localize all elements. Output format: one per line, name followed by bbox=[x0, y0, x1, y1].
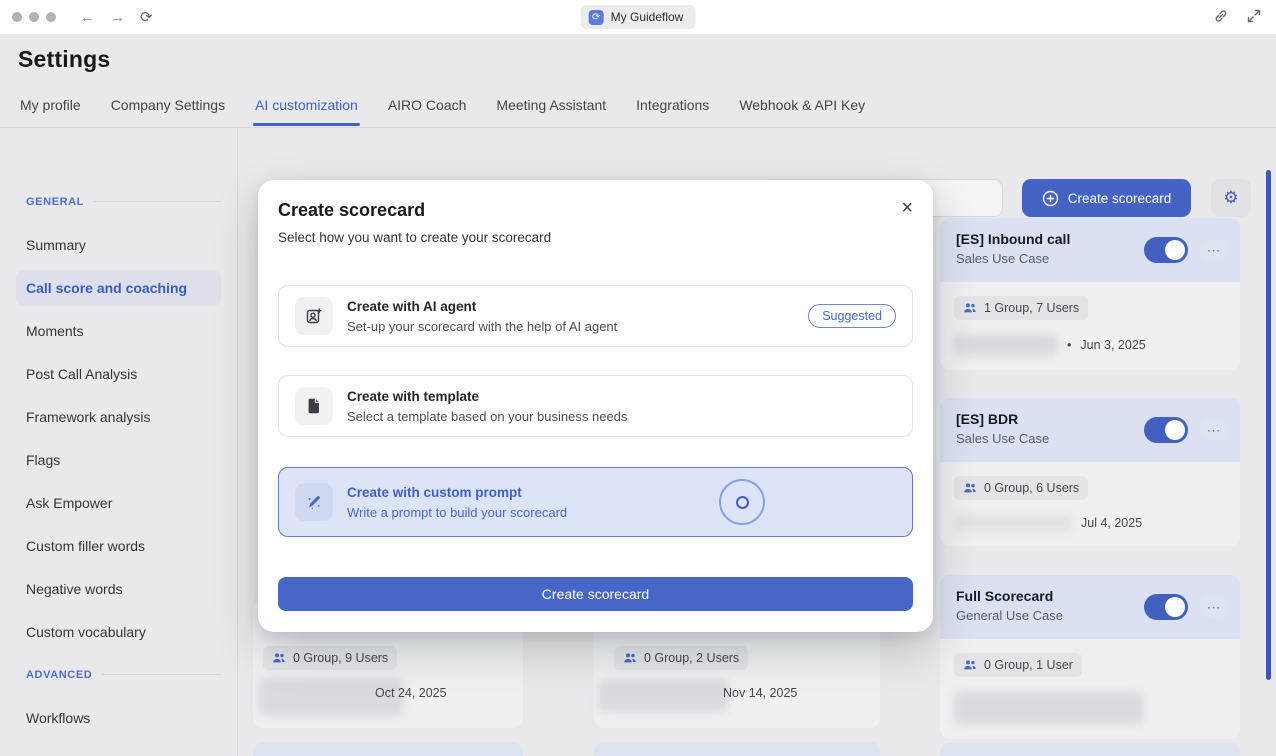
card-date: Jun 3, 2025 bbox=[1080, 338, 1145, 352]
plus-circle-icon bbox=[1042, 190, 1059, 207]
gear-icon: ⚙ bbox=[1223, 188, 1238, 208]
option-title: Create with template bbox=[347, 389, 627, 404]
option-create-with-custom-prompt[interactable]: Create with custom prompt Write a prompt… bbox=[278, 467, 913, 537]
users-icon bbox=[963, 302, 977, 314]
option-title: Create with AI agent bbox=[347, 299, 617, 314]
sidebar-section-general: GENERAL bbox=[16, 196, 221, 208]
browser-tab[interactable]: ⟳ My Guideflow bbox=[581, 5, 696, 29]
reload-icon[interactable]: ⟳ bbox=[140, 10, 153, 25]
option-create-with-template[interactable]: Create with template Select a template b… bbox=[278, 375, 913, 437]
redacted-text bbox=[954, 691, 1144, 725]
guideflow-logo-icon: ⟳ bbox=[589, 10, 604, 25]
close-icon[interactable]: × bbox=[901, 198, 913, 218]
settings-tabs: My profile Company Settings AI customiza… bbox=[20, 97, 865, 125]
sidebar-item-moments[interactable]: Moments bbox=[16, 313, 221, 349]
browser-tab-title: My Guideflow bbox=[611, 10, 684, 24]
vertical-scrollbar[interactable] bbox=[1266, 170, 1271, 680]
window-dot bbox=[29, 12, 39, 22]
modal-create-scorecard-button[interactable]: Create scorecard bbox=[278, 577, 913, 611]
back-icon[interactable]: ← bbox=[80, 10, 95, 25]
scorecard-enabled-toggle[interactable] bbox=[1144, 417, 1188, 443]
window-controls bbox=[12, 12, 56, 22]
expand-icon[interactable] bbox=[1246, 8, 1262, 24]
redacted-text bbox=[598, 680, 728, 712]
tab-company-settings[interactable]: Company Settings bbox=[111, 97, 225, 125]
window-dot bbox=[46, 12, 56, 22]
sidebar-item-call-score-and-coaching[interactable]: Call score and coaching bbox=[16, 270, 221, 306]
sidebar-item-summary[interactable]: Summary bbox=[16, 227, 221, 263]
option-description: Set-up your scorecard with the help of A… bbox=[347, 319, 617, 334]
page-title: Settings bbox=[18, 46, 110, 73]
screen: ← → ⟳ ⟳ My Guideflow Settings My profile… bbox=[0, 0, 1276, 756]
scorecard-card-full-scorecard[interactable]: Full Scorecard General Use Case ⋯ 0 Grou… bbox=[940, 575, 1240, 739]
tab-airo-coach[interactable]: AIRO Coach bbox=[388, 97, 467, 125]
option-description: Write a prompt to build your scorecard bbox=[347, 505, 567, 520]
sidebar-item-flags[interactable]: Flags bbox=[16, 442, 221, 478]
settings-sidebar: GENERAL Summary Call score and coaching … bbox=[0, 128, 238, 756]
tab-integrations[interactable]: Integrations bbox=[636, 97, 709, 125]
groups-users-chip: 0 Group, 1 User bbox=[954, 653, 1082, 677]
sidebar-item-custom-vocabulary[interactable]: Custom vocabulary bbox=[16, 614, 221, 650]
users-icon bbox=[272, 652, 286, 664]
create-scorecard-button[interactable]: Create scorecard bbox=[1022, 179, 1191, 217]
scorecard-settings-button[interactable]: ⚙ bbox=[1211, 179, 1251, 217]
next-card-peek bbox=[940, 742, 1240, 756]
users-icon bbox=[963, 659, 977, 671]
option-description: Select a template based on your business… bbox=[347, 409, 627, 424]
card-date: Jul 4, 2025 bbox=[1081, 516, 1142, 530]
sidebar-section-advanced: ADVANCED bbox=[16, 669, 221, 681]
card-menu-button[interactable]: ⋯ bbox=[1200, 419, 1228, 441]
sidebar-item-post-call-analysis[interactable]: Post Call Analysis bbox=[16, 356, 221, 392]
sidebar-item-ask-empower[interactable]: Ask Empower bbox=[16, 485, 221, 521]
magic-pen-icon bbox=[295, 483, 333, 521]
scorecard-enabled-toggle[interactable] bbox=[1144, 594, 1188, 620]
card-menu-button[interactable]: ⋯ bbox=[1200, 596, 1228, 618]
tab-ai-customization[interactable]: AI customization bbox=[255, 97, 358, 125]
tab-meeting-assistant[interactable]: Meeting Assistant bbox=[496, 97, 606, 125]
user-plus-icon bbox=[295, 297, 333, 335]
create-scorecard-modal: Create scorecard Select how you want to … bbox=[258, 180, 933, 632]
sidebar-item-workflows[interactable]: Workflows bbox=[16, 700, 221, 736]
groups-users-chip: 0 Group, 9 Users bbox=[263, 646, 397, 670]
scorecard-enabled-toggle[interactable] bbox=[1144, 237, 1188, 263]
browser-chrome: ← → ⟳ ⟳ My Guideflow bbox=[0, 0, 1276, 35]
card-menu-button[interactable]: ⋯ bbox=[1200, 239, 1228, 261]
sidebar-item-custom-filler-words[interactable]: Custom filler words bbox=[16, 528, 221, 564]
create-scorecard-label: Create scorecard bbox=[1068, 191, 1172, 206]
card-date: Nov 14, 2025 bbox=[723, 686, 797, 700]
document-icon bbox=[295, 387, 333, 425]
bullet-separator: • bbox=[1067, 338, 1071, 352]
option-title: Create with custom prompt bbox=[347, 485, 567, 500]
tab-my-profile[interactable]: My profile bbox=[20, 97, 81, 125]
forward-icon[interactable]: → bbox=[110, 10, 125, 25]
modal-subtitle: Select how you want to create your score… bbox=[278, 230, 913, 245]
redacted-text bbox=[954, 334, 1058, 356]
card-date: Oct 24, 2025 bbox=[375, 686, 447, 700]
link-icon[interactable] bbox=[1213, 8, 1229, 24]
redacted-text bbox=[954, 514, 1072, 532]
click-indicator-icon bbox=[719, 479, 765, 525]
scorecard-card-inbound-call[interactable]: [ES] Inbound call Sales Use Case ⋯ 1 Gro… bbox=[940, 218, 1240, 370]
groups-users-chip: 0 Group, 6 Users bbox=[954, 476, 1088, 500]
option-create-with-ai-agent[interactable]: Create with AI agent Set-up your scoreca… bbox=[278, 285, 913, 347]
next-card-peek bbox=[253, 742, 523, 756]
next-card-peek bbox=[594, 742, 880, 756]
window-dot bbox=[12, 12, 22, 22]
suggested-badge: Suggested bbox=[808, 304, 896, 328]
sidebar-item-framework-analysis[interactable]: Framework analysis bbox=[16, 399, 221, 435]
users-icon bbox=[623, 652, 637, 664]
tab-webhook-api-key[interactable]: Webhook & API Key bbox=[739, 97, 865, 125]
modal-title: Create scorecard bbox=[278, 200, 913, 221]
users-icon bbox=[963, 482, 977, 494]
groups-users-chip: 0 Group, 2 Users bbox=[614, 646, 748, 670]
groups-users-chip: 1 Group, 7 Users bbox=[954, 296, 1088, 320]
scorecard-card-bdr[interactable]: [ES] BDR Sales Use Case ⋯ 0 Group, 6 Use… bbox=[940, 398, 1240, 546]
sidebar-item-negative-words[interactable]: Negative words bbox=[16, 571, 221, 607]
